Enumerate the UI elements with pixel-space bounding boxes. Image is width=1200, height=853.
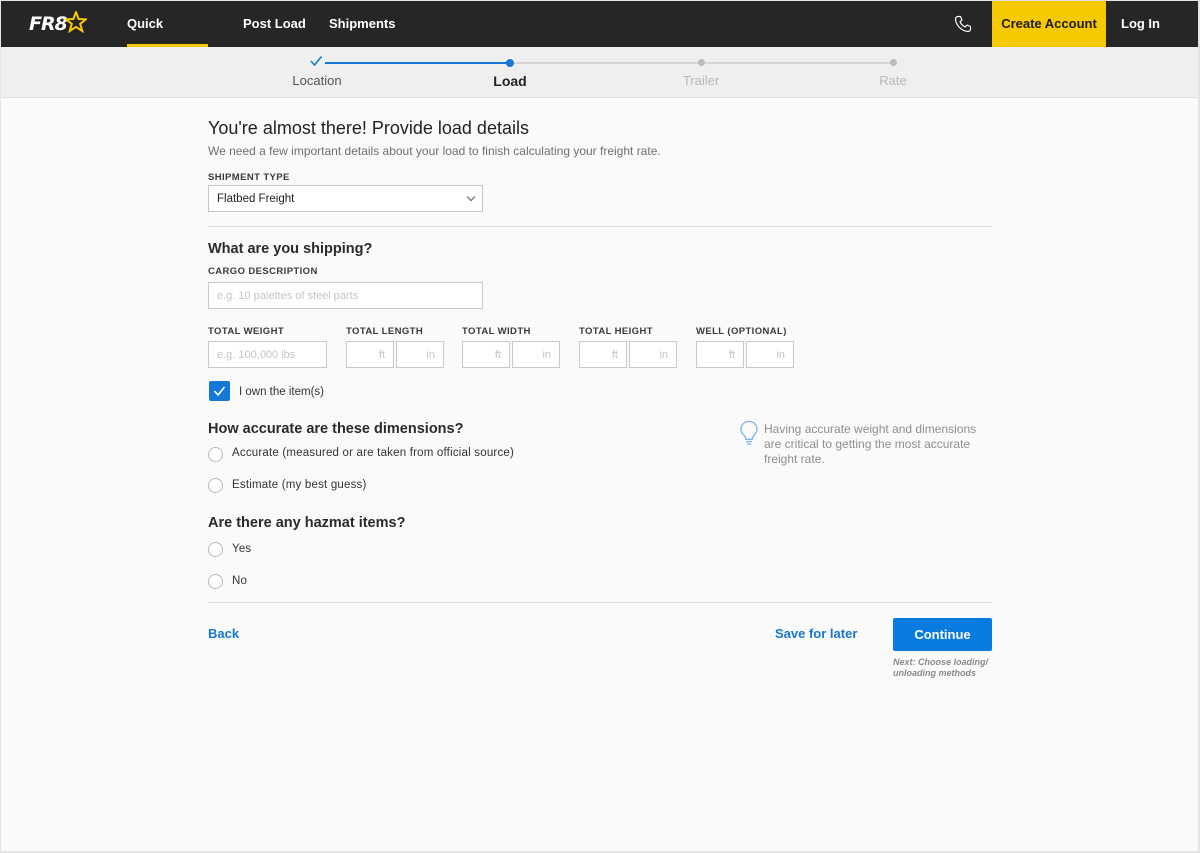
logo[interactable]: FR8 — [29, 11, 87, 35]
own-items-label[interactable]: I own the item(s) — [239, 386, 324, 398]
length-in-input[interactable]: in — [396, 341, 444, 368]
shipping-heading: What are you shipping? — [208, 241, 373, 257]
step-label-rate: Rate — [879, 73, 907, 88]
save-for-later-link[interactable]: Save for later — [775, 626, 857, 641]
star-icon — [64, 11, 87, 33]
logo-text: FR8 — [29, 13, 68, 35]
well-ft-input[interactable]: ft — [696, 341, 744, 368]
progress-steps: Location Load Trailer Rate — [1, 47, 1198, 98]
step-label-trailer: Trailer — [682, 73, 720, 88]
shipment-type-select[interactable]: Flatbed Freight — [208, 185, 483, 212]
total-weight-input[interactable]: e.g. 100,000 lbs — [208, 341, 327, 368]
check-icon — [310, 55, 323, 67]
total-height-label: TOTAL HEIGHT — [579, 326, 653, 337]
create-account-button[interactable]: Create Account — [992, 1, 1106, 47]
step-dot-trailer — [698, 59, 705, 66]
total-width-label: TOTAL WIDTH — [462, 326, 531, 337]
step-line — [514, 62, 702, 64]
accuracy-option-accurate[interactable]: Accurate (measured or are taken from off… — [232, 447, 514, 459]
nav-quick-estimate[interactable]: Quick Estimate — [127, 1, 208, 77]
step-line-done — [325, 62, 510, 64]
hazmat-heading: Are there any hazmat items? — [208, 515, 406, 531]
step-label-location[interactable]: Location — [257, 73, 377, 88]
shipment-type-value: Flatbed Freight — [217, 193, 295, 205]
checkmark-icon — [213, 386, 226, 397]
accuracy-heading: How accurate are these dimensions? — [208, 421, 464, 437]
total-weight-label: TOTAL WEIGHT — [208, 326, 285, 337]
well-label: WELL (OPTIONAL) — [696, 326, 787, 337]
nav-post-load[interactable]: Post Load — [243, 1, 306, 47]
accuracy-tip: Having accurate weight and dimensions ar… — [764, 422, 977, 466]
hazmat-option-no[interactable]: No — [232, 575, 247, 587]
cargo-description-label: CARGO DESCRIPTION — [208, 266, 318, 277]
step-line — [705, 62, 893, 64]
total-length-label: TOTAL LENGTH — [346, 326, 424, 337]
step-label-load: Load — [493, 73, 527, 89]
hazmat-radio-yes[interactable] — [208, 542, 223, 557]
hazmat-option-yes[interactable]: Yes — [232, 543, 251, 555]
hazmat-radio-no[interactable] — [208, 574, 223, 589]
own-items-checkbox[interactable] — [209, 381, 230, 401]
phone-icon[interactable] — [954, 15, 972, 33]
login-link[interactable]: Log In — [1121, 1, 1160, 47]
nav-shipments[interactable]: Shipments — [329, 1, 395, 47]
step-dot-load — [506, 59, 514, 67]
step-dot-rate — [890, 59, 897, 66]
chevron-down-icon — [466, 196, 476, 202]
back-link[interactable]: Back — [208, 626, 239, 641]
accuracy-radio-accurate[interactable] — [208, 447, 223, 462]
divider — [208, 602, 992, 603]
height-in-input[interactable]: in — [629, 341, 677, 368]
next-step-note: Next: Choose loading/ unloading methods — [893, 657, 989, 678]
continue-button[interactable]: Continue — [893, 618, 992, 651]
page-title: You're almost there! Provide load detail… — [208, 118, 529, 138]
top-nav: FR8 Quick Estimate Post Load Shipments C… — [1, 1, 1198, 77]
divider — [208, 226, 992, 227]
cargo-description-input[interactable]: e.g. 10 palettes of steel parts — [208, 282, 483, 309]
accuracy-option-estimate[interactable]: Estimate (my best guess) — [232, 479, 367, 491]
length-ft-input[interactable]: ft — [346, 341, 394, 368]
width-ft-input[interactable]: ft — [462, 341, 510, 368]
page: FR8 Quick Estimate Post Load Shipments C… — [1, 1, 1198, 851]
page-subtitle: We need a few important details about yo… — [208, 144, 661, 158]
width-in-input[interactable]: in — [512, 341, 560, 368]
height-ft-input[interactable]: ft — [579, 341, 627, 368]
lightbulb-icon — [740, 420, 758, 445]
shipment-type-label: SHIPMENT TYPE — [208, 172, 290, 183]
accuracy-radio-estimate[interactable] — [208, 478, 223, 493]
well-in-input[interactable]: in — [746, 341, 794, 368]
